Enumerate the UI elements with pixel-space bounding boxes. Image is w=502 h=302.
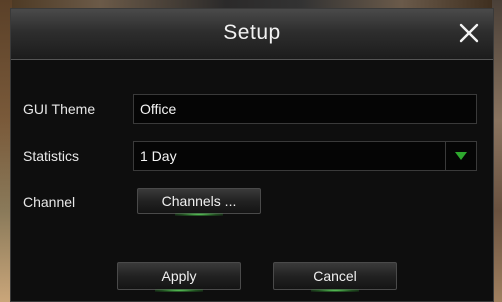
button-glow — [310, 289, 360, 292]
close-icon — [459, 23, 479, 43]
statistics-label: Statistics — [23, 148, 80, 164]
gui-theme-field[interactable]: Office — [133, 94, 477, 124]
channels-button-label: Channels ... — [161, 193, 237, 209]
channels-button[interactable]: Channels ... — [137, 188, 261, 216]
gui-theme-value: Office — [140, 101, 177, 117]
statistics-value: 1 Day — [140, 148, 177, 164]
dialog-titlebar: Setup — [11, 9, 493, 60]
button-glow — [154, 289, 204, 292]
close-button[interactable] — [455, 19, 483, 47]
apply-button-label: Apply — [161, 268, 197, 284]
cancel-button-label: Cancel — [313, 268, 357, 284]
gui-theme-label: GUI Theme — [23, 101, 96, 117]
cancel-button[interactable]: Cancel — [273, 262, 397, 292]
statistics-dropdown-button[interactable] — [445, 142, 476, 170]
triangle-down-icon — [455, 152, 467, 160]
apply-button[interactable]: Apply — [117, 262, 241, 292]
statistics-select[interactable]: 1 Day — [133, 141, 477, 171]
dialog-title: Setup — [223, 21, 281, 44]
button-glow — [174, 213, 224, 216]
channel-label: Channel — [23, 194, 76, 210]
setup-dialog: Setup GUI Theme Office Statistics 1 Day … — [10, 8, 494, 302]
